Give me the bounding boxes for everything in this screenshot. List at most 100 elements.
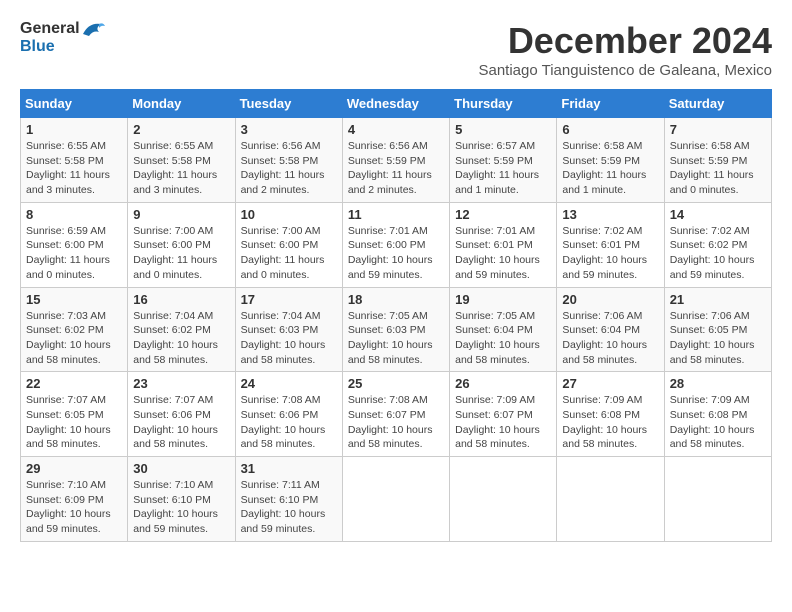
calendar-week-row: 15Sunrise: 7:03 AMSunset: 6:02 PMDayligh…	[21, 287, 772, 372]
calendar-day-cell: 3 Sunrise: 6:56 AMSunset: 5:58 PMDaylight…	[235, 118, 342, 203]
day-number: 10	[241, 207, 337, 222]
day-number: 18	[348, 292, 444, 307]
day-info: Sunrise: 7:07 AMSunset: 6:06 PMDaylight:…	[133, 393, 229, 452]
day-number: 5	[455, 122, 551, 137]
day-info: Sunrise: 6:58 AMSunset: 5:59 PMDaylight:…	[670, 139, 766, 198]
day-info: Sunrise: 6:58 AMSunset: 5:59 PMDaylight:…	[562, 139, 658, 198]
calendar-day-cell: 9 Sunrise: 7:00 AMSunset: 6:00 PMDaylight…	[128, 202, 235, 287]
day-info: Sunrise: 7:11 AMSunset: 6:10 PMDaylight:…	[241, 478, 337, 537]
day-number: 14	[670, 207, 766, 222]
calendar-day-cell: 12 Sunrise: 7:01 AMSunset: 6:01 PMDayligh…	[450, 202, 557, 287]
day-number: 8	[26, 207, 122, 222]
calendar-day-cell: 5 Sunrise: 6:57 AMSunset: 5:59 PMDaylight…	[450, 118, 557, 203]
calendar-day-cell: 1 Sunrise: 6:55 AMSunset: 5:58 PMDaylight…	[21, 118, 128, 203]
day-number: 23	[133, 376, 229, 391]
day-info: Sunrise: 6:56 AMSunset: 5:58 PMDaylight:…	[241, 139, 337, 198]
calendar-day-cell: 26Sunrise: 7:09 AMSunset: 6:07 PMDayligh…	[450, 372, 557, 457]
day-info: Sunrise: 7:00 AMSunset: 6:00 PMDaylight:…	[133, 224, 229, 283]
day-info: Sunrise: 7:07 AMSunset: 6:05 PMDaylight:…	[26, 393, 122, 452]
calendar-day-cell: 11Sunrise: 7:01 AMSunset: 6:00 PMDayligh…	[342, 202, 449, 287]
calendar-day-cell: 4 Sunrise: 6:56 AMSunset: 5:59 PMDaylight…	[342, 118, 449, 203]
day-info: Sunrise: 7:00 AMSunset: 6:00 PMDaylight:…	[241, 224, 337, 283]
day-number: 3	[241, 122, 337, 137]
calendar-day-cell: 24 Sunrise: 7:08 AMSunset: 6:06 PMDayligh…	[235, 372, 342, 457]
day-info: Sunrise: 6:55 AMSunset: 5:58 PMDaylight:…	[26, 139, 122, 198]
day-number: 25	[348, 376, 444, 391]
day-info: Sunrise: 7:09 AMSunset: 6:08 PMDaylight:…	[670, 393, 766, 452]
day-number: 27	[562, 376, 658, 391]
empty-cell	[342, 457, 449, 542]
day-number: 22	[26, 376, 122, 391]
day-number: 17	[241, 292, 337, 307]
day-header-sunday: Sunday	[21, 90, 128, 118]
calendar-week-row: 22 Sunrise: 7:07 AMSunset: 6:05 PMDayligh…	[21, 372, 772, 457]
logo: General Blue	[20, 20, 106, 56]
calendar-day-cell: 7 Sunrise: 6:58 AMSunset: 5:59 PMDaylight…	[664, 118, 771, 203]
calendar-day-cell: 21 Sunrise: 7:06 AMSunset: 6:05 PMDayligh…	[664, 287, 771, 372]
calendar-day-cell: 19Sunrise: 7:05 AMSunset: 6:04 PMDayligh…	[450, 287, 557, 372]
calendar-week-row: 8 Sunrise: 6:59 AMSunset: 6:00 PMDaylight…	[21, 202, 772, 287]
day-number: 4	[348, 122, 444, 137]
day-header-thursday: Thursday	[450, 90, 557, 118]
day-info: Sunrise: 7:04 AMSunset: 6:03 PMDaylight:…	[241, 309, 337, 368]
day-info: Sunrise: 7:09 AMSunset: 6:08 PMDaylight:…	[562, 393, 658, 452]
calendar-day-cell: 17 Sunrise: 7:04 AMSunset: 6:03 PMDayligh…	[235, 287, 342, 372]
day-number: 9	[133, 207, 229, 222]
day-number: 21	[670, 292, 766, 307]
calendar-week-row: 29Sunrise: 7:10 AMSunset: 6:09 PMDayligh…	[21, 457, 772, 542]
day-number: 30	[133, 461, 229, 476]
day-number: 12	[455, 207, 551, 222]
empty-cell	[557, 457, 664, 542]
day-header-saturday: Saturday	[664, 90, 771, 118]
location-title: Santiago Tianguistenco de Galeana, Mexic…	[478, 62, 772, 79]
calendar-day-cell: 28 Sunrise: 7:09 AMSunset: 6:08 PMDayligh…	[664, 372, 771, 457]
empty-cell	[664, 457, 771, 542]
day-header-friday: Friday	[557, 90, 664, 118]
day-number: 1	[26, 122, 122, 137]
title-area: December 2024 Santiago Tianguistenco de …	[478, 20, 772, 79]
calendar-day-cell: 15Sunrise: 7:03 AMSunset: 6:02 PMDayligh…	[21, 287, 128, 372]
day-info: Sunrise: 7:08 AMSunset: 6:06 PMDaylight:…	[241, 393, 337, 452]
logo-general: General	[20, 20, 80, 37]
calendar-day-cell: 10 Sunrise: 7:00 AMSunset: 6:00 PMDayligh…	[235, 202, 342, 287]
day-info: Sunrise: 7:02 AMSunset: 6:02 PMDaylight:…	[670, 224, 766, 283]
day-number: 29	[26, 461, 122, 476]
calendar-day-cell: 16Sunrise: 7:04 AMSunset: 6:02 PMDayligh…	[128, 287, 235, 372]
day-number: 24	[241, 376, 337, 391]
day-info: Sunrise: 7:05 AMSunset: 6:04 PMDaylight:…	[455, 309, 551, 368]
calendar-day-cell: 18Sunrise: 7:05 AMSunset: 6:03 PMDayligh…	[342, 287, 449, 372]
day-header-monday: Monday	[128, 90, 235, 118]
day-info: Sunrise: 7:01 AMSunset: 6:00 PMDaylight:…	[348, 224, 444, 283]
day-info: Sunrise: 6:55 AMSunset: 5:58 PMDaylight:…	[133, 139, 229, 198]
day-number: 20	[562, 292, 658, 307]
day-number: 26	[455, 376, 551, 391]
day-info: Sunrise: 7:02 AMSunset: 6:01 PMDaylight:…	[562, 224, 658, 283]
logo-blue: Blue	[20, 38, 106, 56]
month-title: December 2024	[478, 20, 772, 62]
day-header-tuesday: Tuesday	[235, 90, 342, 118]
day-number: 6	[562, 122, 658, 137]
day-info: Sunrise: 7:06 AMSunset: 6:05 PMDaylight:…	[670, 309, 766, 368]
calendar-day-cell: 13 Sunrise: 7:02 AMSunset: 6:01 PMDayligh…	[557, 202, 664, 287]
day-info: Sunrise: 6:59 AMSunset: 6:00 PMDaylight:…	[26, 224, 122, 283]
day-info: Sunrise: 6:57 AMSunset: 5:59 PMDaylight:…	[455, 139, 551, 198]
day-number: 15	[26, 292, 122, 307]
day-info: Sunrise: 6:56 AMSunset: 5:59 PMDaylight:…	[348, 139, 444, 198]
calendar-day-cell: 20Sunrise: 7:06 AMSunset: 6:04 PMDayligh…	[557, 287, 664, 372]
day-header-wednesday: Wednesday	[342, 90, 449, 118]
day-number: 16	[133, 292, 229, 307]
day-number: 2	[133, 122, 229, 137]
day-number: 7	[670, 122, 766, 137]
day-number: 28	[670, 376, 766, 391]
calendar-day-cell: 25Sunrise: 7:08 AMSunset: 6:07 PMDayligh…	[342, 372, 449, 457]
day-info: Sunrise: 7:01 AMSunset: 6:01 PMDaylight:…	[455, 224, 551, 283]
logo-bird-icon	[81, 20, 105, 38]
calendar-day-cell: 27 Sunrise: 7:09 AMSunset: 6:08 PMDayligh…	[557, 372, 664, 457]
calendar-week-row: 1 Sunrise: 6:55 AMSunset: 5:58 PMDaylight…	[21, 118, 772, 203]
calendar-day-cell: 6 Sunrise: 6:58 AMSunset: 5:59 PMDaylight…	[557, 118, 664, 203]
calendar-day-cell: 29Sunrise: 7:10 AMSunset: 6:09 PMDayligh…	[21, 457, 128, 542]
calendar-day-cell: 8 Sunrise: 6:59 AMSunset: 6:00 PMDaylight…	[21, 202, 128, 287]
day-number: 13	[562, 207, 658, 222]
calendar-day-cell: 31Sunrise: 7:11 AMSunset: 6:10 PMDayligh…	[235, 457, 342, 542]
calendar-day-cell: 14 Sunrise: 7:02 AMSunset: 6:02 PMDayligh…	[664, 202, 771, 287]
